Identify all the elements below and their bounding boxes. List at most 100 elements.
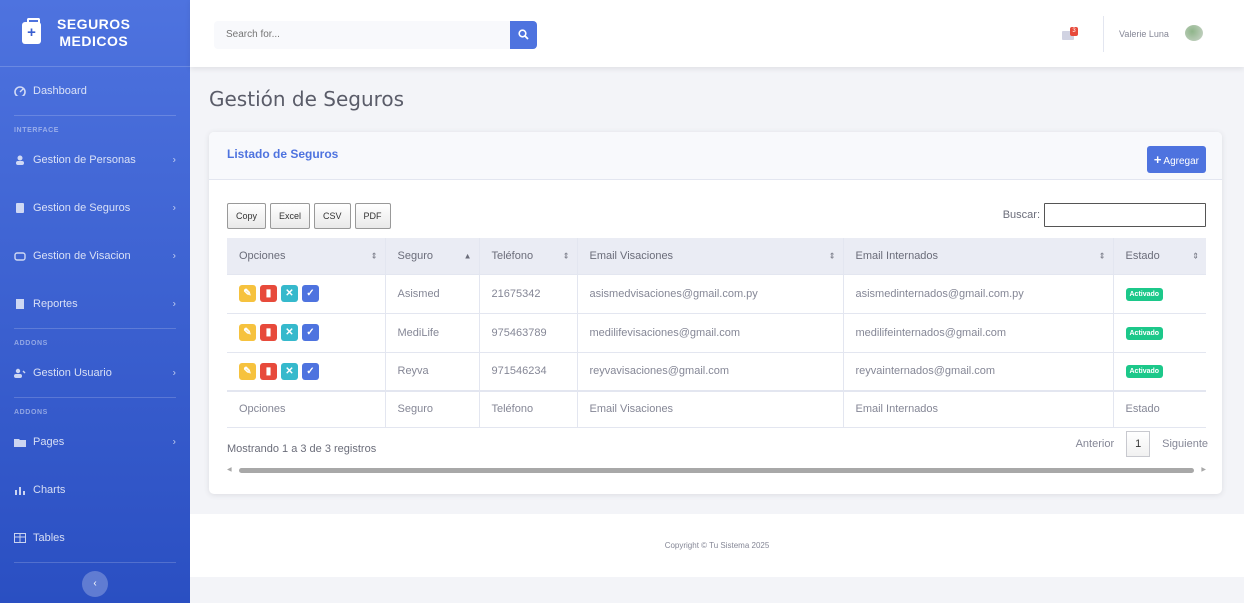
footer: Copyright © Tu Sistema 2025 [190, 514, 1244, 577]
sidebar-heading-addons-2: ADDONS [14, 409, 48, 416]
footer-seguro: Seguro [385, 390, 480, 428]
column-header-opciones[interactable]: Opciones ⇕ [227, 238, 386, 275]
trash-icon: ▮ [265, 365, 272, 377]
status-badge: Activado [1125, 365, 1164, 379]
scroll-right-icon[interactable]: ▶ [1201, 466, 1206, 473]
column-header-telefono[interactable]: Teléfono ⇕ [479, 238, 578, 275]
search-button[interactable] [510, 21, 537, 49]
sidebar-item-pages[interactable]: Pages › [0, 418, 190, 466]
sidebar-item-gestion-visacion[interactable]: Gestion de Visacion › [0, 232, 190, 280]
copy-button[interactable]: Copy [227, 203, 267, 229]
row-actions: ✎ ▮ ✕ ✓ [227, 274, 386, 314]
trash-icon: ▮ [265, 288, 272, 299]
users-icon [14, 368, 26, 378]
cell-telefono: 975463789 [479, 313, 578, 353]
row-actions: ✎ ▮ ✕ ✓ [227, 352, 386, 392]
sidebar-item-gestion-usuario[interactable]: Gestion Usuario › [0, 349, 190, 397]
search-input[interactable] [214, 21, 510, 49]
column-header-email-internados[interactable]: Email Internados ⇕ [843, 238, 1114, 275]
column-header-seguro[interactable]: Seguro ▲ [385, 238, 480, 275]
sort-icon: ⇕ [828, 251, 836, 261]
cell-email-internados: reyvainternados@gmail.com [843, 352, 1114, 392]
cell-email-visaciones: reyvavisaciones@gmail.com [577, 352, 844, 392]
scrollbar-thumb[interactable] [239, 468, 1194, 473]
footer-opciones: Opciones [227, 390, 386, 428]
prev-page-button[interactable]: Anterior [1076, 438, 1115, 450]
plus-icon: + [1153, 152, 1162, 167]
edit-button[interactable]: ✎ [239, 285, 256, 302]
filter-label: Buscar: [1002, 209, 1040, 221]
pencil-icon: ✎ [243, 288, 252, 299]
activate-button[interactable]: ✓ [302, 285, 319, 302]
alerts-button[interactable]: 3 [1060, 25, 1082, 43]
cell-telefono: 21675342 [479, 274, 578, 314]
close-icon: ✕ [285, 327, 294, 338]
chevron-right-icon: › [172, 436, 176, 448]
avatar[interactable] [1185, 25, 1203, 41]
delete-button[interactable]: ▮ [260, 324, 277, 341]
table-row: ✎ ▮ ✕ ✓ Asismed 21675342 asismedvisacion… [227, 274, 1206, 314]
scroll-left-icon[interactable]: ◀ [227, 466, 232, 473]
cell-estado: Activado [1113, 274, 1206, 314]
sort-icon: ⇕ [562, 251, 570, 261]
deactivate-button[interactable]: ✕ [281, 285, 298, 302]
pagination: Anterior 1 Siguiente [1076, 431, 1208, 457]
deactivate-button[interactable]: ✕ [281, 324, 298, 341]
alert-count-badge: 3 [1070, 27, 1078, 36]
sidebar-item-tables[interactable]: Tables [0, 514, 190, 562]
sidebar-item-charts[interactable]: Charts [0, 466, 190, 514]
edit-button[interactable]: ✎ [239, 324, 256, 341]
brand[interactable]: SEGUROS MEDICOS [0, 0, 190, 67]
brand-text: SEGUROS MEDICOS [57, 16, 131, 49]
sidebar-item-reportes[interactable]: Reportes › [0, 280, 190, 328]
sidebar: SEGUROS MEDICOS Dashboard INTERFACE Gest… [0, 0, 190, 603]
deactivate-button[interactable]: ✕ [281, 362, 298, 380]
search-icon [518, 29, 529, 40]
pdf-button[interactable]: PDF [354, 203, 391, 229]
sidebar-item-dashboard[interactable]: Dashboard [0, 67, 190, 115]
check-icon: ✓ [306, 288, 315, 299]
page-1-button[interactable]: 1 [1126, 431, 1151, 457]
delete-button[interactable]: ▮ [260, 285, 277, 302]
status-badge: Activado [1125, 326, 1164, 340]
export-buttons: Copy Excel CSV PDF [227, 203, 395, 229]
cell-email-internados: medilifeinternados@gmail.com [843, 313, 1114, 353]
activate-button[interactable]: ✓ [302, 324, 319, 341]
edit-button[interactable]: ✎ [239, 362, 256, 380]
user-name[interactable]: Valerie Luna [1119, 29, 1169, 39]
medical-kit-icon [22, 18, 41, 44]
next-page-button[interactable]: Siguiente [1162, 438, 1208, 450]
footer-telefono: Teléfono [479, 390, 578, 428]
filter-input[interactable] [1044, 203, 1206, 227]
column-header-email-visaciones[interactable]: Email Visaciones ⇕ [577, 238, 844, 275]
topbar: 3 Valerie Luna [190, 0, 1244, 67]
horizontal-scrollbar[interactable]: ◀ ▶ [227, 466, 1206, 474]
table-footer-row: Opciones Seguro Teléfono Email Visacione… [227, 390, 1206, 428]
seguros-table: Opciones ⇕ Seguro ▲ Teléfono ⇕ Email Visaci… [227, 238, 1206, 428]
footer-estado: Estado [1113, 390, 1206, 428]
sidebar-item-gestion-personas[interactable]: Gestion de Personas › [0, 136, 190, 184]
footer-email-visaciones: Email Visaciones [577, 390, 844, 428]
sort-icon: ⇕ [370, 251, 378, 261]
activate-button[interactable]: ✓ [302, 362, 319, 380]
pencil-icon: ✎ [243, 327, 252, 338]
sidebar-heading-addons: ADDONS [14, 340, 48, 347]
csv-button[interactable]: CSV [314, 203, 351, 229]
sidebar-toggle-button[interactable]: ‹ [82, 571, 108, 597]
add-button[interactable]: + Agregar [1146, 146, 1206, 173]
column-header-estado[interactable]: Estado ⇕ [1113, 238, 1206, 275]
dashboard-icon [14, 86, 26, 96]
folder-icon [16, 203, 24, 213]
trash-icon: ▮ [265, 327, 272, 338]
cell-seguro: Reyva [385, 352, 480, 392]
excel-button[interactable]: Excel [270, 203, 311, 229]
card-title: Listado de Seguros [227, 147, 339, 161]
chevron-left-icon: ‹ [93, 578, 97, 589]
table-icon [14, 533, 26, 543]
delete-button[interactable]: ▮ [260, 362, 277, 380]
close-icon: ✕ [285, 365, 294, 377]
table-filter: Buscar: [1003, 203, 1206, 227]
cell-seguro: Asismed [385, 274, 480, 314]
sidebar-item-gestion-seguros[interactable]: Gestion de Seguros › [0, 184, 190, 232]
chevron-right-icon: › [172, 250, 176, 262]
